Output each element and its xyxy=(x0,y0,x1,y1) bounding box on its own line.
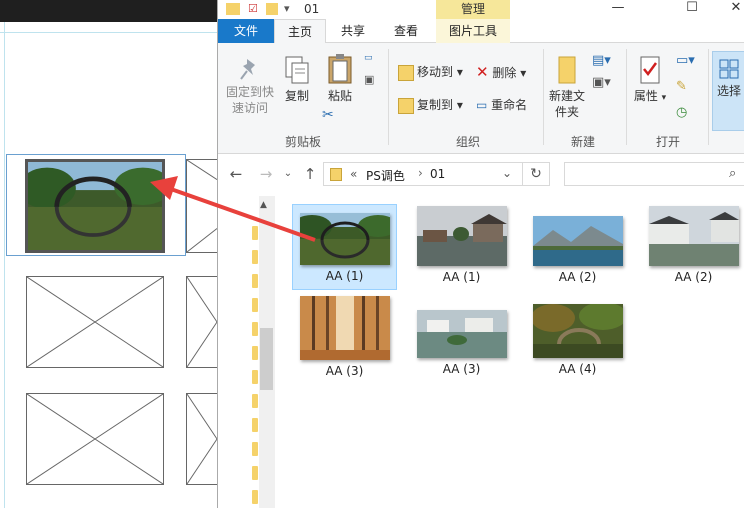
drag-arrow xyxy=(150,176,316,242)
